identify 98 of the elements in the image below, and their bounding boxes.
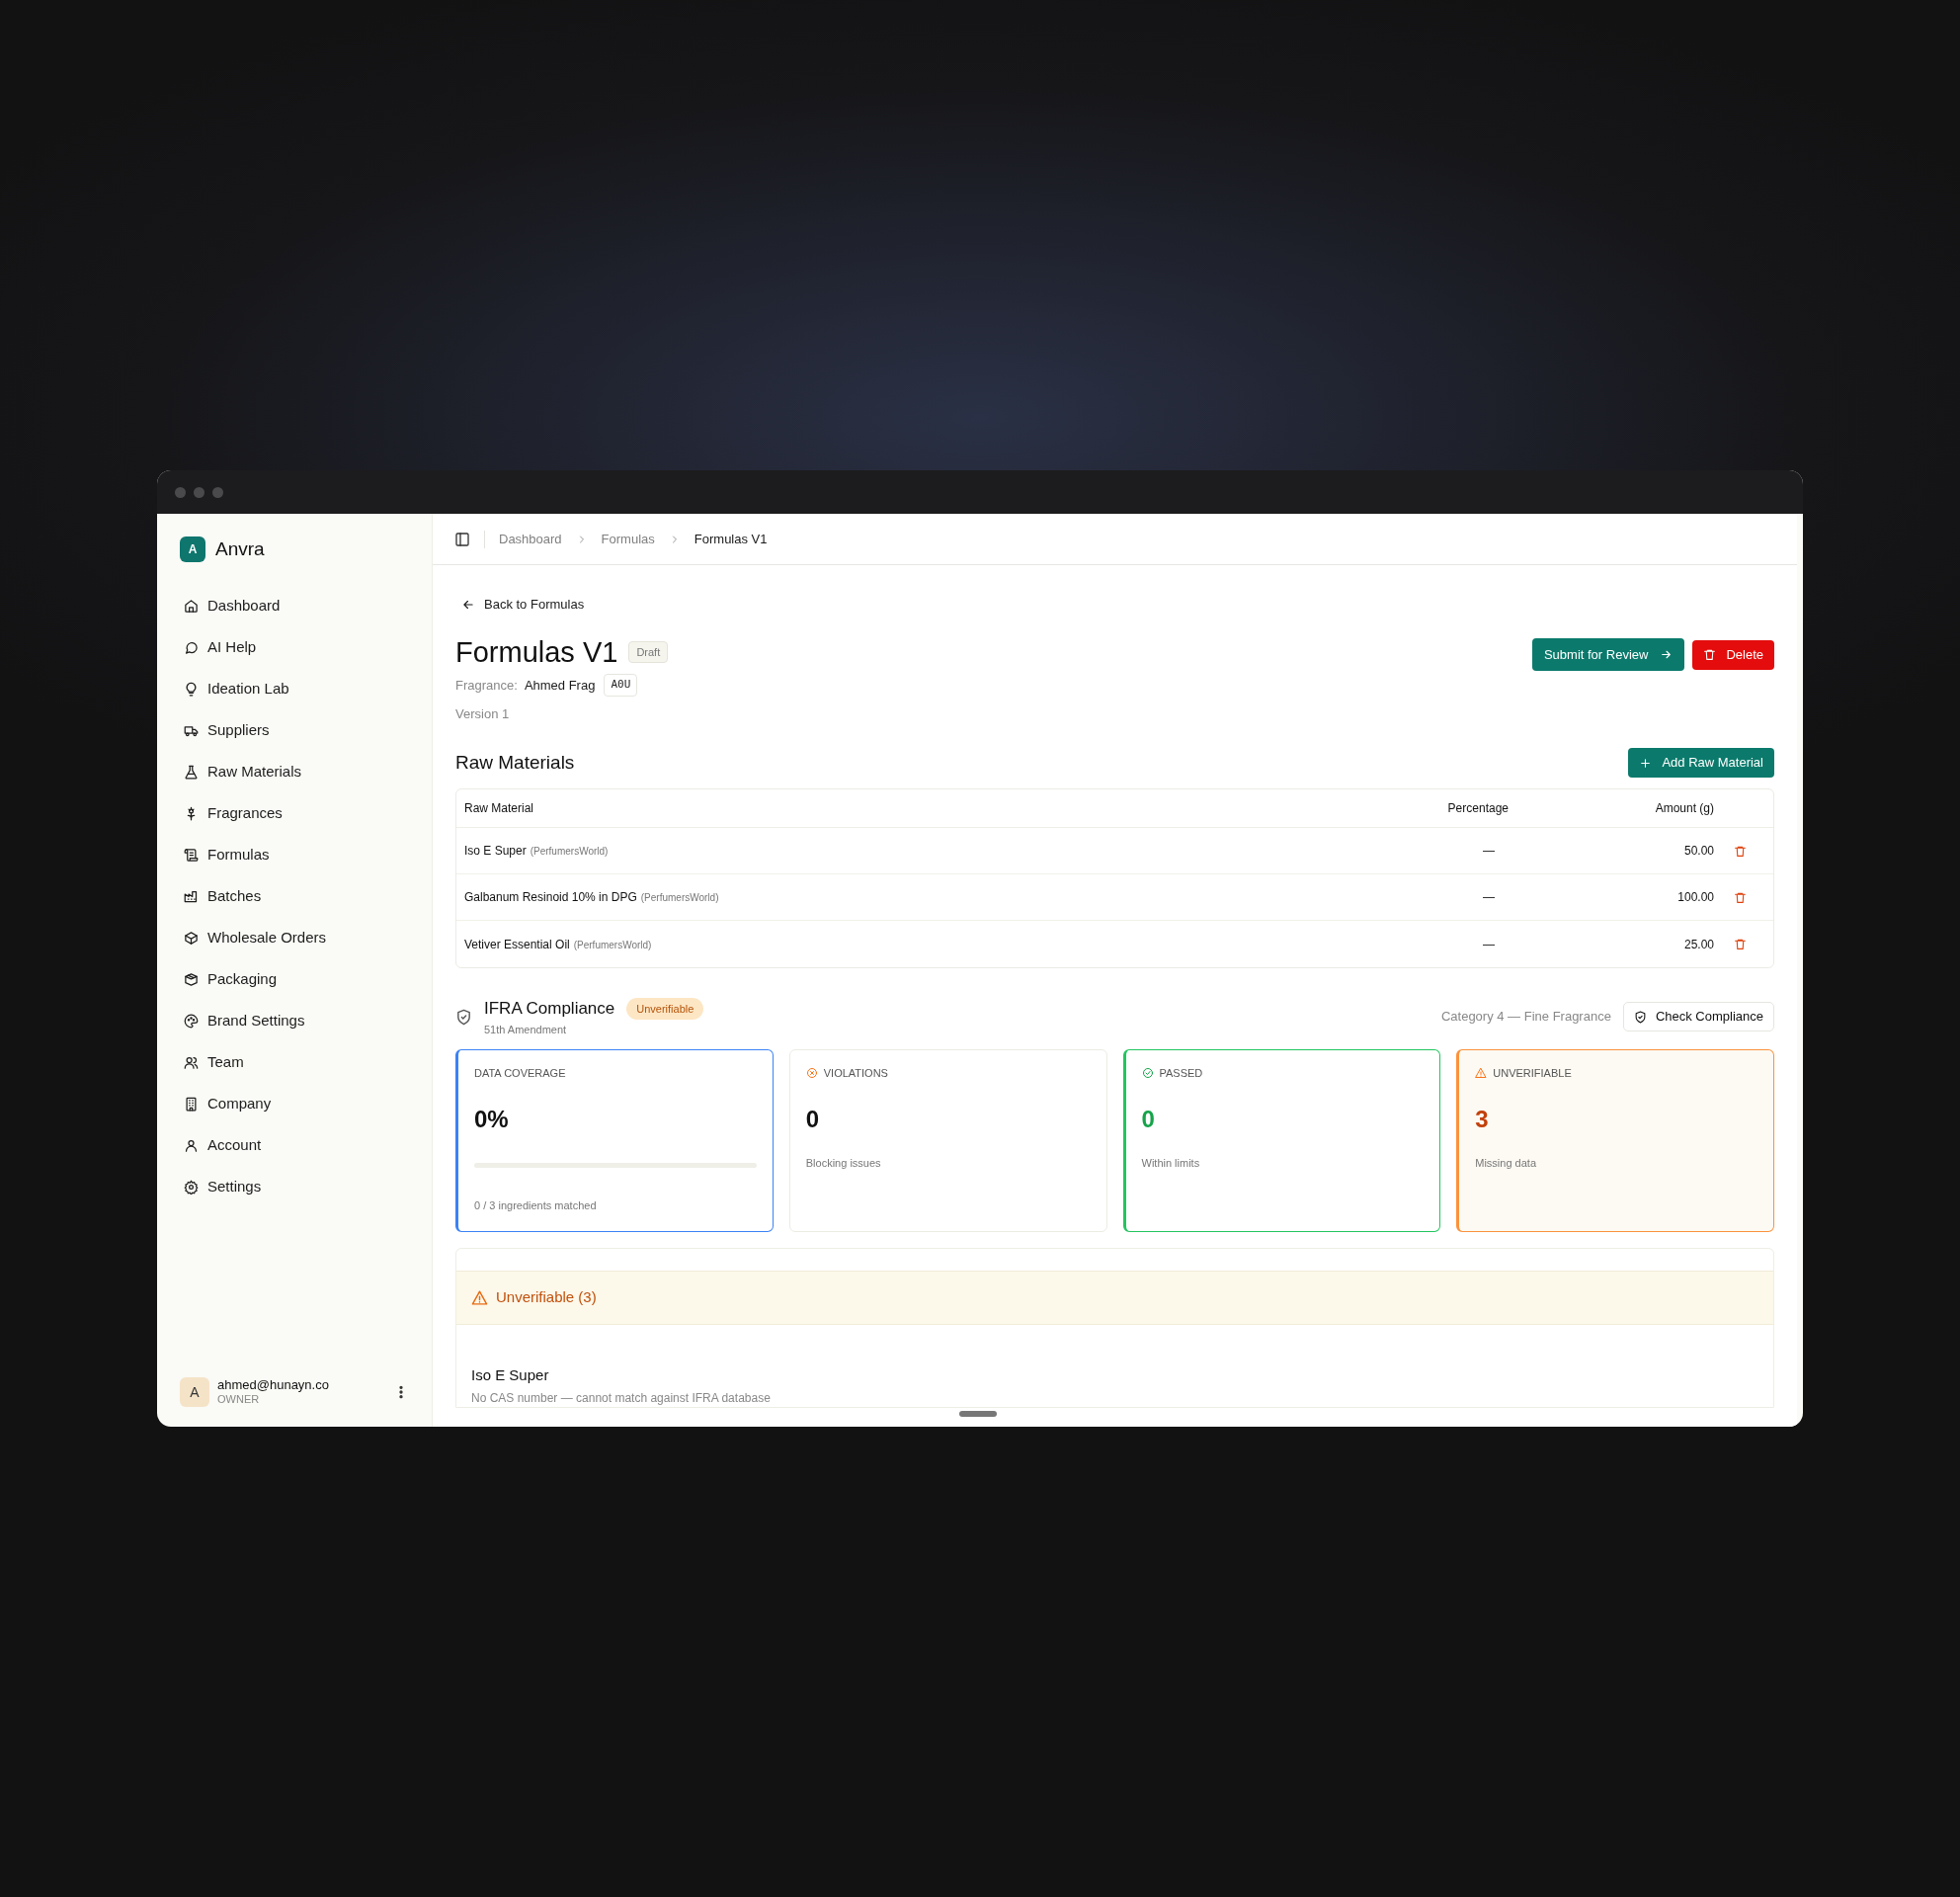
stat-label: UNVERIFIABLE xyxy=(1493,1066,1572,1081)
flask-icon xyxy=(184,765,199,780)
amount-cell-text: 50.00 xyxy=(1683,843,1714,860)
user-avatar: A xyxy=(180,1377,209,1407)
stat-label: VIOLATIONS xyxy=(823,1066,888,1081)
sidebar-item[interactable]: Fragrances xyxy=(180,796,409,831)
sidebar-item[interactable]: Team xyxy=(180,1045,409,1080)
section-title: Raw Materials xyxy=(455,750,575,775)
status-badge: Draft xyxy=(628,640,669,664)
supplier-name: (PerfumersWorld) xyxy=(573,938,652,952)
brand-name: Anvra xyxy=(215,537,265,561)
sidebar-item[interactable]: Brand Settings xyxy=(180,1004,409,1038)
warning-icon xyxy=(471,1289,488,1306)
user-email: ahmed@hunayn.co xyxy=(217,1377,330,1394)
home-icon xyxy=(184,599,199,614)
section-title: IFRA Compliance xyxy=(484,998,615,1020)
stat-caption: 0 / 3 ingredients matched xyxy=(474,1197,598,1213)
stat-value: 0% xyxy=(474,1104,510,1134)
panel-title: Unverifiable (3) xyxy=(496,1287,597,1308)
chat-bubble-icon xyxy=(184,640,199,655)
x-circle-icon xyxy=(805,1067,818,1080)
truck-icon xyxy=(184,723,199,738)
version-label: Version 1 xyxy=(455,704,511,723)
stat-caption: Within limits xyxy=(1141,1155,1201,1171)
stat-caption: Blocking issues xyxy=(805,1155,882,1171)
stat-value: 3 xyxy=(1475,1104,1490,1134)
check-circle-icon xyxy=(1141,1067,1154,1080)
percentage-cell-text: — xyxy=(1483,889,1496,906)
warning-icon xyxy=(1475,1067,1488,1080)
material-name: Galbanum Resinoid 10% in DPG xyxy=(464,889,637,906)
check-compliance-button[interactable]: Check Compliance xyxy=(1622,1002,1774,1031)
amount-cell-text: 100.00 xyxy=(1677,889,1714,906)
trash-icon[interactable] xyxy=(1733,890,1747,904)
amendment-label: 51th Amendment xyxy=(484,1022,568,1037)
percentage-cell-text: — xyxy=(1483,936,1496,953)
stat-caption: Missing data xyxy=(1475,1155,1537,1171)
sidebar-toggle-icon[interactable] xyxy=(454,531,470,547)
column-header: Raw Material xyxy=(464,800,535,817)
stat-label: DATA COVERAGE xyxy=(474,1066,566,1081)
breadcrumb-link[interactable]: Formulas V1 xyxy=(694,529,768,549)
breadcrumb-link[interactable]: Formulas xyxy=(601,529,655,549)
package-icon xyxy=(184,972,199,987)
percentage-cell-text: — xyxy=(1483,843,1496,860)
status-badge: Unverifiable xyxy=(626,997,704,1020)
page-title: Formulas V1 xyxy=(455,635,618,670)
sidebar-item[interactable]: AI Help xyxy=(180,630,409,665)
issue-description: No CAS number — cannot match against IFRA database xyxy=(471,1389,772,1407)
sidebar-item[interactable]: Batches xyxy=(180,879,409,914)
stat-value: 0 xyxy=(805,1104,821,1134)
trash-icon[interactable] xyxy=(1733,844,1747,858)
column-header: Percentage xyxy=(1447,800,1510,817)
lightbulb-icon xyxy=(184,682,199,697)
arrow-left-icon xyxy=(461,598,475,612)
shield-check-icon xyxy=(455,1008,472,1026)
amount-cell-text: 25.00 xyxy=(1683,936,1714,953)
ingredient-name: Iso E Super xyxy=(471,1365,550,1385)
logo-badge: A xyxy=(180,536,205,563)
sidebar-item[interactable]: Formulas xyxy=(180,838,409,872)
breadcrumb-link[interactable]: Dashboard xyxy=(499,529,562,549)
stat-label: PASSED xyxy=(1159,1066,1203,1081)
sidebar-item[interactable]: Raw Materials xyxy=(180,755,409,789)
sidebar-item[interactable]: Wholesale Orders xyxy=(180,921,409,955)
add-raw-material-button[interactable]: Add Raw Material xyxy=(1628,748,1774,778)
building-icon xyxy=(184,1097,199,1112)
user-icon xyxy=(184,1138,199,1153)
sidebar-item[interactable]: Company xyxy=(180,1087,409,1121)
category-label: Category 4 — Fine Fragrance xyxy=(1440,1008,1611,1027)
supplier-name: (PerfumersWorld) xyxy=(530,845,609,859)
fragrance-name: Ahmed Frag xyxy=(524,676,596,695)
back-link[interactable]: Back to Formulas xyxy=(455,585,591,624)
user-role: OWNER xyxy=(217,1393,261,1407)
sidebar-item[interactable]: Account xyxy=(180,1128,409,1163)
fragrance-code-badge: A0U xyxy=(604,674,638,697)
arrow-right-icon xyxy=(1660,648,1674,661)
trash-icon[interactable] xyxy=(1733,938,1747,950)
shield-check-icon xyxy=(1633,1010,1647,1024)
plus-icon xyxy=(1639,756,1653,770)
fragrance-label: Fragrance: xyxy=(455,676,518,695)
users-icon xyxy=(184,1055,199,1070)
stat-value: 0 xyxy=(1141,1104,1156,1134)
scroll-handle[interactable] xyxy=(958,1411,997,1417)
delete-button[interactable]: Delete xyxy=(1692,639,1774,670)
material-name: Vetiver Essential Oil xyxy=(464,936,570,953)
palette-icon xyxy=(184,1014,199,1029)
trash-icon xyxy=(1703,648,1717,661)
sidebar-item[interactable]: Ideation Lab xyxy=(180,672,409,706)
sidebar-item[interactable]: Suppliers xyxy=(180,713,409,748)
factory-icon xyxy=(184,889,199,904)
settings-icon xyxy=(184,1180,199,1195)
sidebar-item[interactable]: Settings xyxy=(180,1170,409,1204)
cube-icon xyxy=(184,931,199,946)
submit-review-button[interactable]: Submit for Review xyxy=(1531,638,1685,671)
supplier-name: (PerfumersWorld) xyxy=(640,891,719,905)
material-name: Iso E Super xyxy=(464,843,527,860)
column-header: Amount (g) xyxy=(1655,800,1714,817)
sidebar-item[interactable]: Packaging xyxy=(180,962,409,997)
scroll-icon xyxy=(184,848,199,863)
sidebar-item[interactable]: Dashboard xyxy=(180,589,409,623)
